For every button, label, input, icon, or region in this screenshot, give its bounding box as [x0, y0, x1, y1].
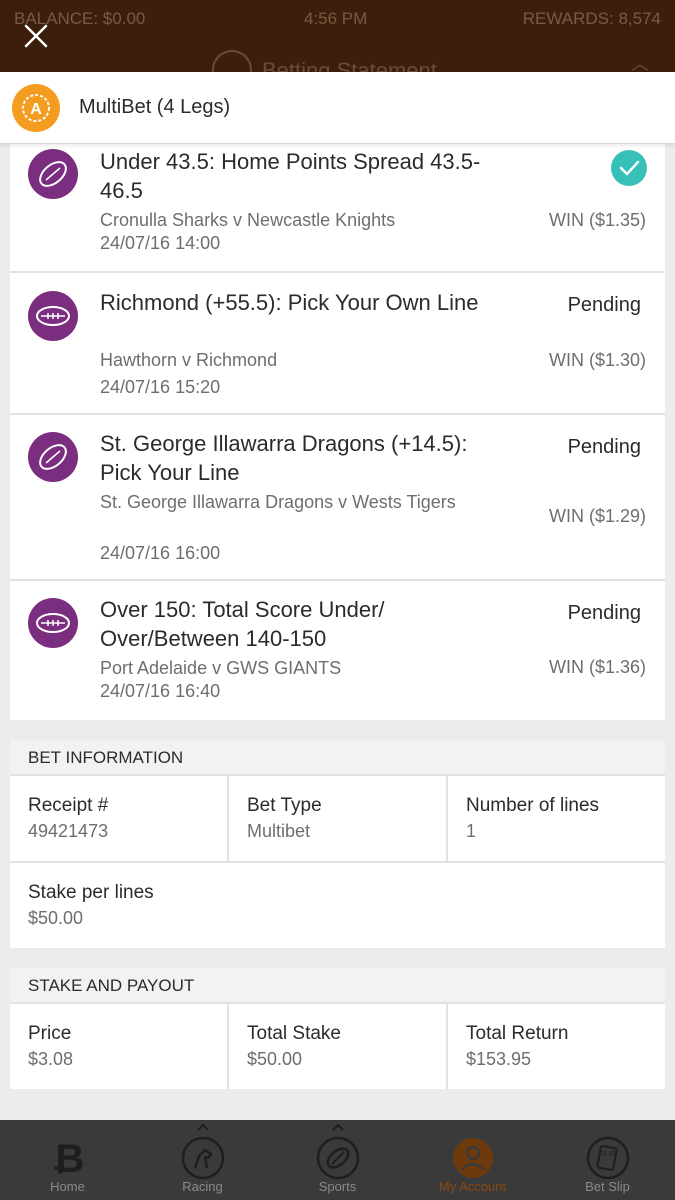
leg-event: Port Adelaide v GWS GIANTS [100, 658, 342, 678]
leg-event: Hawthorn v Richmond [100, 350, 278, 370]
legs-list: Under 43.5: Home Points Spread 43.5-46.5… [10, 144, 665, 720]
background-page-title: Betting Statement [262, 58, 437, 72]
leg-win-price: WIN ($1.30) [548, 350, 646, 370]
leg-status: Pending [567, 294, 641, 316]
page-title: MultiBet (4 Legs) [79, 96, 231, 118]
rugby-league-ball-icon [28, 149, 78, 199]
sports-ball-icon [316, 1136, 360, 1180]
chevron-up-icon [196, 1123, 209, 1131]
tab-label: Racing [182, 1179, 223, 1194]
leg-win-price: WIN ($1.35) [548, 210, 646, 230]
multibet-header: A MultiBet (4 Legs) [0, 72, 675, 144]
receipt-cell: Receipt # 49421473 [10, 776, 229, 861]
leg-status: Pending [567, 436, 641, 458]
bottom-nav: B Home Racing Sports My Account SLIP Bet… [0, 1120, 675, 1200]
stake-payout-section: STAKE AND PAYOUT Price $3.08 Total Stake… [10, 968, 665, 1089]
receipt-label: Receipt # [28, 795, 109, 816]
total-stake-label: Total Stake [247, 1023, 341, 1044]
price-cell: Price $3.08 [10, 1004, 229, 1089]
leg-market: Under 43.5: Home Points Spread 43.5-46.5 [100, 149, 481, 203]
leg-datetime: 24/07/16 14:00 [100, 233, 221, 253]
section-heading: STAKE AND PAYOUT [10, 968, 665, 1004]
leg-datetime: 24/07/16 16:00 [100, 543, 221, 563]
stake-label: Stake per lines [28, 882, 154, 903]
leg-datetime: 24/07/16 16:40 [100, 681, 221, 701]
total-stake-cell: Total Stake $50.00 [229, 1004, 448, 1089]
stake-cell: Stake per lines $50.00 [10, 863, 665, 948]
rugby-league-ball-icon [28, 432, 78, 482]
chevron-up-icon: ︿ [631, 54, 649, 72]
leg-item[interactable]: Under 43.5: Home Points Spread 43.5-46.5… [10, 144, 665, 273]
leg-item[interactable]: Over 150: Total Score Under/ Over/Betwee… [10, 581, 665, 720]
section-heading: BET INFORMATION [10, 740, 665, 776]
leg-event: Cronulla Sharks v Newcastle Knights [100, 210, 396, 230]
bet-type-cell: Bet Type Multibet [229, 776, 448, 861]
price-value: $3.08 [28, 1049, 74, 1069]
leg-win-price: WIN ($1.29) [548, 506, 646, 526]
bet-information-section: BET INFORMATION Receipt # 49421473 Bet T… [10, 740, 665, 948]
leg-status: Pending [567, 602, 641, 624]
total-return-cell: Total Return $153.95 [448, 1004, 665, 1089]
leg-market: St. George Illawarra Dragons (+14.5): Pi… [100, 431, 468, 485]
leg-item[interactable]: St. George Illawarra Dragons (+14.5): Pi… [10, 415, 665, 581]
horse-icon [181, 1136, 225, 1180]
tab-my-account[interactable]: My Account [405, 1120, 540, 1200]
afl-ball-icon [28, 291, 78, 341]
leg-event: St. George Illawarra Dragons v Wests Tig… [100, 492, 456, 512]
chevron-up-icon [331, 1123, 344, 1131]
total-stake-value: $50.00 [247, 1049, 303, 1069]
total-return-value: $153.95 [466, 1049, 532, 1069]
account-badge-icon: A [12, 84, 60, 132]
afl-ball-icon [28, 598, 78, 648]
receipt-value: 49421473 [28, 821, 109, 841]
leg-datetime: 24/07/16 15:20 [100, 377, 221, 397]
close-icon [24, 24, 48, 48]
check-icon [611, 150, 647, 186]
leg-market: Over 150: Total Score Under/ Over/Betwee… [100, 597, 385, 651]
price-label: Price [28, 1023, 72, 1044]
tab-racing[interactable]: Racing [135, 1120, 270, 1200]
leg-win-price: WIN ($1.36) [548, 657, 646, 677]
stake-value: $50.00 [28, 908, 84, 928]
bet-slip-icon: SLIP [586, 1136, 630, 1180]
clock-text: 4:56 PM [304, 9, 368, 28]
total-return-label: Total Return [466, 1023, 569, 1044]
tab-label: My Account [438, 1179, 507, 1194]
leg-item[interactable]: Richmond (+55.5): Pick Your Own Line Haw… [10, 273, 665, 415]
tab-label: Sports [318, 1179, 357, 1194]
home-logo-icon: B [46, 1136, 90, 1181]
tab-bet-slip[interactable]: SLIP Bet Slip [540, 1120, 675, 1200]
tab-label: Bet Slip [585, 1179, 630, 1194]
tab-label: Home [50, 1179, 85, 1194]
bet-type-value: Multibet [247, 821, 311, 841]
tab-sports[interactable]: Sports [270, 1120, 405, 1200]
close-button[interactable] [16, 16, 56, 56]
rewards-text: REWARDS: 8,574 [522, 9, 661, 28]
lines-label: Number of lines [466, 795, 600, 816]
status-bar: BALANCE: $0.00 4:56 PM REWARDS: 8,574 Be… [0, 0, 675, 72]
leg-market: Richmond (+55.5): Pick Your Own Line [100, 290, 479, 315]
bet-type-label: Bet Type [247, 795, 322, 816]
lines-cell: Number of lines 1 [448, 776, 665, 861]
statement-icon [212, 50, 252, 72]
tab-home[interactable]: B Home [0, 1120, 135, 1200]
lines-value: 1 [466, 821, 477, 841]
account-icon [451, 1136, 495, 1180]
svg-text:SLIP: SLIP [600, 1151, 616, 1158]
svg-text:A: A [30, 101, 42, 118]
